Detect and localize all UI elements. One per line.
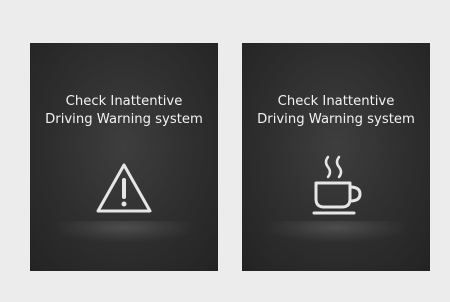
warning-display-panel: Check Inattentive Driving Warning system [30, 43, 218, 271]
icon-reflection [261, 221, 411, 243]
warning-message-line2: Driving Warning system [45, 112, 203, 127]
figure-canvas: Check Inattentive Driving Warning system… [0, 0, 450, 302]
warning-message-line1: Check Inattentive [65, 94, 183, 109]
warning-triangle-icon [94, 161, 154, 221]
rest-suggestion-panel: Check Inattentive Driving Warning system [242, 43, 430, 271]
rest-message-line1: Check Inattentive [277, 94, 395, 109]
icon-reflection [49, 221, 199, 243]
rest-message-line2: Driving Warning system [257, 112, 415, 127]
rest-message: Check Inattentive Driving Warning system [242, 93, 430, 129]
warning-message: Check Inattentive Driving Warning system [30, 93, 218, 129]
coffee-cup-icon [308, 153, 364, 221]
